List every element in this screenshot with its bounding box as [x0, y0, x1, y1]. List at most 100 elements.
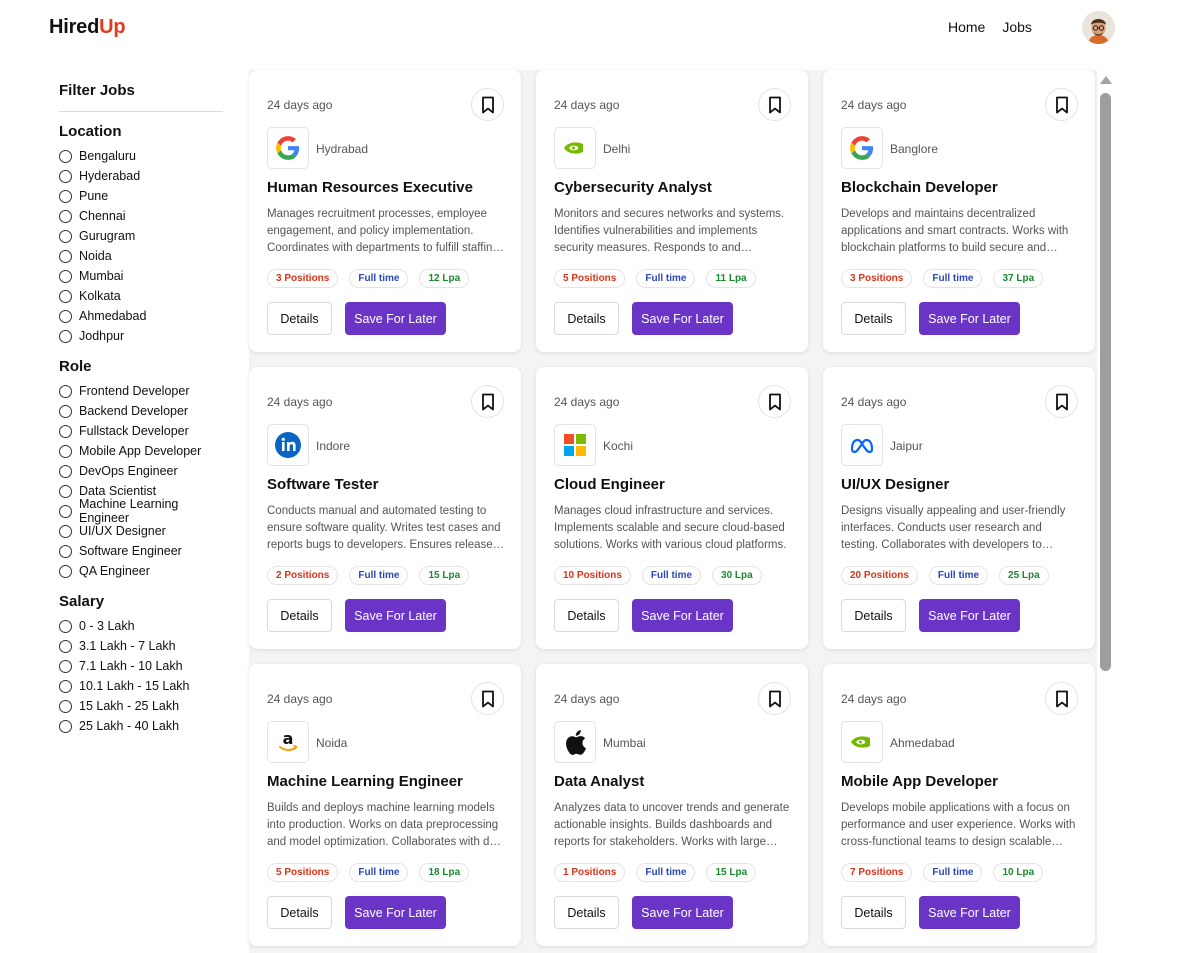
save-for-later-button[interactable]: Save For Later: [919, 302, 1020, 335]
radio-button[interactable]: [59, 464, 72, 478]
save-for-later-button[interactable]: Save For Later: [345, 896, 446, 929]
bookmark-button[interactable]: [1045, 88, 1078, 121]
details-button[interactable]: Details: [841, 302, 906, 335]
bookmark-button[interactable]: [1045, 385, 1078, 418]
location-option[interactable]: Noida: [59, 246, 223, 266]
location-option[interactable]: Jodhpur: [59, 326, 223, 346]
location-filter-title: Location: [59, 123, 122, 140]
save-for-later-button[interactable]: Save For Later: [345, 302, 446, 335]
role-option[interactable]: QA Engineer: [59, 561, 223, 581]
bookmark-button[interactable]: [471, 682, 504, 715]
radio-button[interactable]: [59, 444, 72, 458]
bookmark-button[interactable]: [1045, 682, 1078, 715]
job-title[interactable]: Software Tester: [267, 476, 378, 493]
radio-button[interactable]: [59, 699, 72, 713]
brand-logo[interactable]: HiredUp: [49, 16, 126, 39]
details-button[interactable]: Details: [267, 302, 332, 335]
job-title[interactable]: Machine Learning Engineer: [267, 773, 463, 790]
details-button[interactable]: Details: [841, 896, 906, 929]
radio-button[interactable]: [59, 384, 72, 398]
location-option[interactable]: Gurugram: [59, 226, 223, 246]
details-button[interactable]: Details: [267, 599, 332, 632]
location-option[interactable]: Hyderabad: [59, 166, 223, 186]
role-option[interactable]: DevOps Engineer: [59, 461, 223, 481]
save-for-later-button[interactable]: Save For Later: [632, 599, 733, 632]
save-for-later-button[interactable]: Save For Later: [919, 896, 1020, 929]
location-option[interactable]: Kolkata: [59, 286, 223, 306]
bookmark-button[interactable]: [471, 385, 504, 418]
bookmark-button[interactable]: [471, 88, 504, 121]
role-option[interactable]: Mobile App Developer: [59, 441, 223, 461]
location-option[interactable]: Ahmedabad: [59, 306, 223, 326]
salary-option[interactable]: 0 - 3 Lakh: [59, 616, 223, 636]
job-description: Analyzes data to uncover trends and gene…: [554, 802, 790, 848]
details-button[interactable]: Details: [554, 896, 619, 929]
user-avatar[interactable]: [1082, 11, 1115, 44]
save-for-later-button[interactable]: Save For Later: [345, 599, 446, 632]
scrollbar[interactable]: [1099, 76, 1112, 953]
salary-option[interactable]: 7.1 Lakh - 10 Lakh: [59, 656, 223, 676]
save-for-later-button[interactable]: Save For Later: [632, 896, 733, 929]
radio-button[interactable]: [59, 289, 72, 303]
role-option[interactable]: Machine Learning Engineer: [59, 497, 223, 525]
radio-button[interactable]: [59, 564, 72, 578]
radio-button[interactable]: [59, 424, 72, 438]
details-button[interactable]: Details: [841, 599, 906, 632]
radio-button[interactable]: [59, 209, 72, 223]
nav-home-link[interactable]: Home: [948, 19, 985, 35]
details-button[interactable]: Details: [554, 599, 619, 632]
role-option[interactable]: Frontend Developer: [59, 381, 223, 401]
radio-button[interactable]: [59, 524, 72, 538]
radio-button[interactable]: [59, 309, 72, 323]
radio-button[interactable]: [59, 659, 72, 673]
job-title[interactable]: UI/UX Designer: [841, 476, 949, 493]
radio-button[interactable]: [59, 149, 72, 163]
job-title[interactable]: Mobile App Developer: [841, 773, 998, 790]
bookmark-button[interactable]: [758, 88, 791, 121]
details-button[interactable]: Details: [267, 896, 332, 929]
salary-option[interactable]: 25 Lakh - 40 Lakh: [59, 716, 223, 736]
salary-option[interactable]: 10.1 Lakh - 15 Lakh: [59, 676, 223, 696]
radio-button[interactable]: [59, 329, 72, 343]
job-title[interactable]: Data Analyst: [554, 773, 644, 790]
job-title[interactable]: Cybersecurity Analyst: [554, 179, 712, 196]
salary-option[interactable]: 15 Lakh - 25 Lakh: [59, 696, 223, 716]
radio-button[interactable]: [59, 269, 72, 283]
scrollbar-thumb[interactable]: [1100, 93, 1111, 671]
company-logo: [554, 721, 596, 763]
bookmark-button[interactable]: [758, 385, 791, 418]
save-for-later-button[interactable]: Save For Later: [632, 302, 733, 335]
salary-badge: 37 Lpa: [993, 269, 1044, 288]
radio-button[interactable]: [59, 189, 72, 203]
radio-button[interactable]: [59, 639, 72, 653]
radio-button[interactable]: [59, 679, 72, 693]
scroll-up-arrow-icon[interactable]: [1100, 76, 1112, 84]
role-option[interactable]: Software Engineer: [59, 541, 223, 561]
job-title[interactable]: Cloud Engineer: [554, 476, 665, 493]
job-title[interactable]: Human Resources Executive: [267, 179, 473, 196]
location-option[interactable]: Pune: [59, 186, 223, 206]
radio-button[interactable]: [59, 504, 72, 518]
role-option[interactable]: Backend Developer: [59, 401, 223, 421]
radio-button[interactable]: [59, 544, 72, 558]
radio-button[interactable]: [59, 619, 72, 633]
job-card: 24 days ago Hydrabad Human Resources Execu…: [249, 70, 521, 352]
location-option[interactable]: Chennai: [59, 206, 223, 226]
radio-button[interactable]: [59, 404, 72, 418]
location-option[interactable]: Bengaluru: [59, 146, 223, 166]
bookmark-icon: [480, 690, 496, 708]
role-option[interactable]: Fullstack Developer: [59, 421, 223, 441]
details-button[interactable]: Details: [554, 302, 619, 335]
job-title[interactable]: Blockchain Developer: [841, 179, 998, 196]
salary-option[interactable]: 3.1 Lakh - 7 Lakh: [59, 636, 223, 656]
radio-button[interactable]: [59, 169, 72, 183]
bookmark-button[interactable]: [758, 682, 791, 715]
salary-badge: 15 Lpa: [419, 566, 470, 585]
radio-button[interactable]: [59, 719, 72, 733]
nav-jobs-link[interactable]: Jobs: [1002, 19, 1032, 35]
location-option[interactable]: Mumbai: [59, 266, 223, 286]
radio-button[interactable]: [59, 249, 72, 263]
radio-button[interactable]: [59, 229, 72, 243]
radio-button[interactable]: [59, 484, 72, 498]
save-for-later-button[interactable]: Save For Later: [919, 599, 1020, 632]
